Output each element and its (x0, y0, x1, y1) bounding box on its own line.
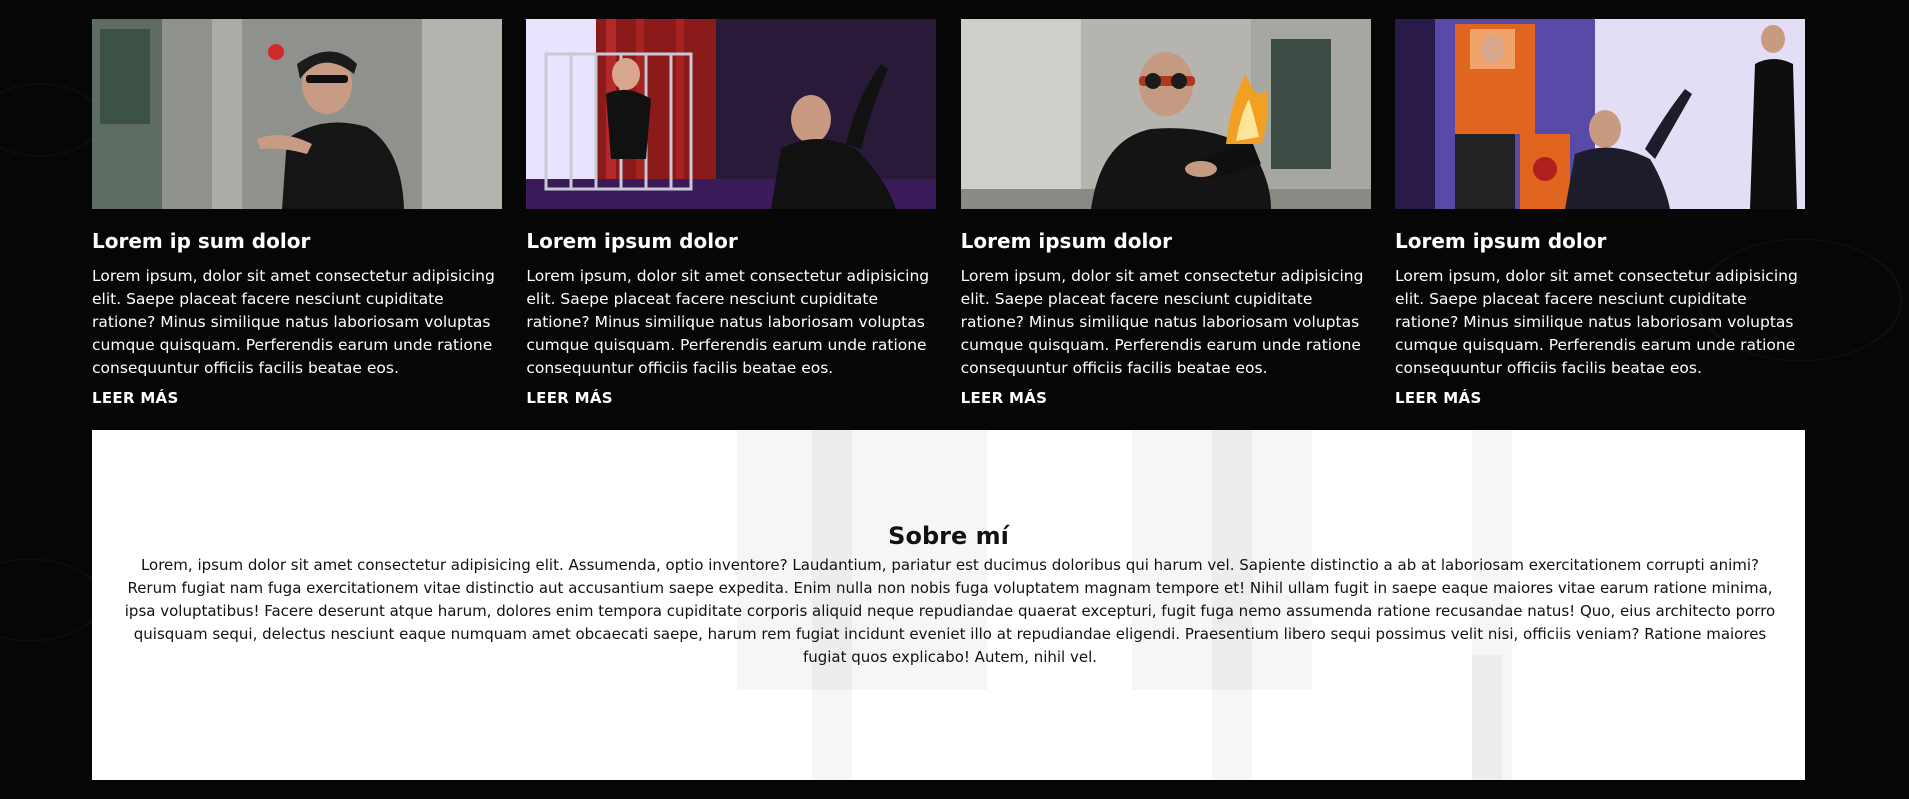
read-more-link[interactable]: LEER MÁS (92, 389, 179, 407)
page: Lorem ip sum dolor Lorem ipsum, dolor si… (0, 0, 1909, 799)
card-description: Lorem ipsum, dolor sit amet consectetur … (1394, 267, 1798, 377)
background-shape (1472, 655, 1502, 780)
card-title: Lorem ipsum dolor (960, 229, 1173, 253)
card-description: Lorem ipsum, dolor sit amet consectetur … (526, 267, 930, 377)
card-photo[interactable] (960, 19, 1371, 209)
read-more-link[interactable]: LEER MÁS (961, 389, 1048, 407)
card: Lorem ipsum dolor Lorem ipsum, dolor sit… (960, 19, 1371, 407)
card-photo-graphic (1394, 19, 1805, 209)
card-title: Lorem ipsum dolor (1394, 229, 1607, 253)
about-title: Sobre mí (888, 522, 1009, 550)
cards-row: Lorem ip sum dolor Lorem ipsum, dolor si… (92, 19, 1805, 407)
card: Lorem ipsum dolor Lorem ipsum, dolor sit… (526, 19, 937, 407)
card: Lorem ip sum dolor Lorem ipsum, dolor si… (92, 19, 502, 407)
card-photo-graphic (92, 19, 502, 209)
card: Lorem ipsum dolor Lorem ipsum, dolor sit… (1394, 19, 1805, 407)
card-photo-graphic (960, 19, 1371, 209)
card-title: Lorem ip sum dolor (92, 229, 311, 253)
about-text: Lorem, ipsum dolor sit amet consectetur … (124, 556, 1776, 666)
about-section: Sobre mí Lorem, ipsum dolor sit amet con… (92, 430, 1805, 780)
card-photo[interactable] (1394, 19, 1805, 209)
card-title: Lorem ipsum dolor (526, 229, 738, 253)
card-photo[interactable] (526, 19, 937, 209)
read-more-link[interactable]: LEER MÁS (526, 389, 613, 407)
card-photo-graphic (526, 19, 937, 209)
read-more-link[interactable]: LEER MÁS (1395, 389, 1482, 407)
card-description: Lorem ipsum, dolor sit amet consectetur … (960, 267, 1364, 377)
card-photo[interactable] (92, 19, 502, 209)
card-description: Lorem ipsum, dolor sit amet consectetur … (92, 267, 495, 377)
